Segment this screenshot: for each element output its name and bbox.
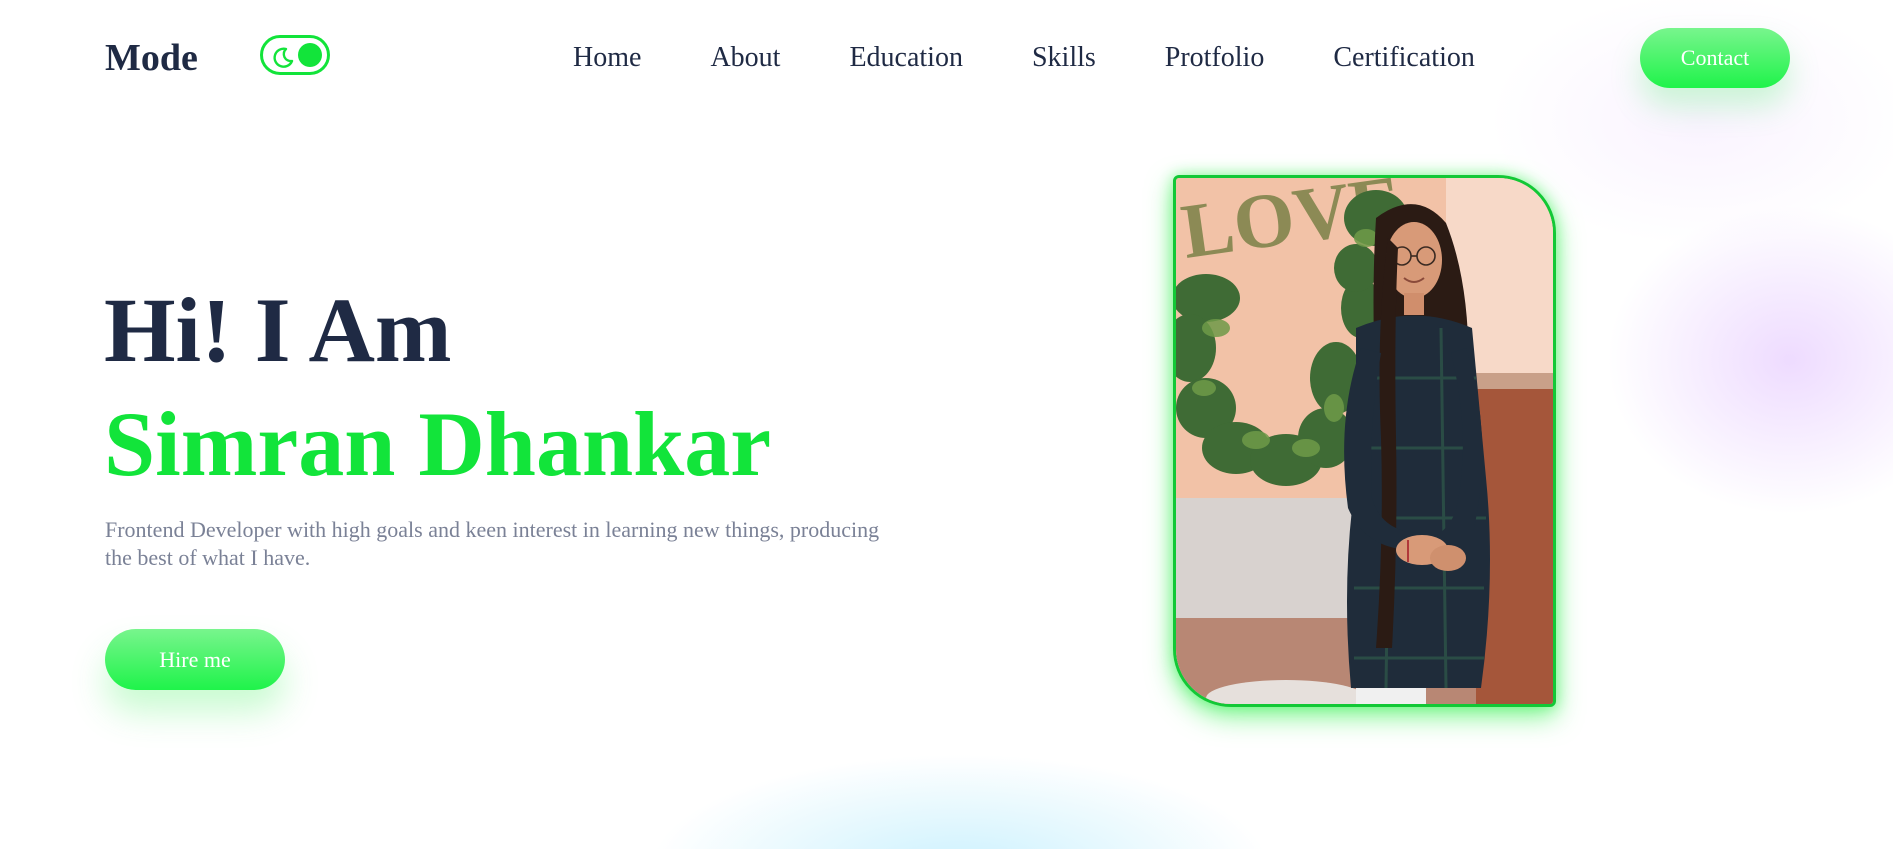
hire-me-button[interactable]: Hire me <box>105 629 285 690</box>
nav-skills-link[interactable]: Skills <box>1032 38 1096 78</box>
nav-education-link[interactable]: Education <box>849 38 963 78</box>
hero-name: Simran Dhankar <box>104 393 772 495</box>
brand-mode-label: Mode <box>105 37 198 79</box>
contact-button[interactable]: Contact <box>1640 28 1790 88</box>
main-nav: Home About Education Skills Protfolio Ce… <box>573 38 1475 78</box>
dark-mode-toggle[interactable] <box>260 35 330 75</box>
moon-icon <box>273 47 294 68</box>
nav-home-link[interactable]: Home <box>573 38 641 78</box>
portfolio-page: Mode Home About Education Skills Protfol… <box>0 0 1893 849</box>
nav-certification-link[interactable]: Certification <box>1333 38 1475 78</box>
nav-about-link[interactable]: About <box>710 38 780 78</box>
hero-greeting: Hi! I Am <box>104 279 452 381</box>
hero-tagline: Frontend Developer with high goals and k… <box>105 517 880 570</box>
nav-portfolio-link[interactable]: Protfolio <box>1165 38 1265 78</box>
profile-photo-frame: LOVE <box>1173 175 1556 707</box>
profile-photo: LOVE <box>1176 178 1553 704</box>
toggle-knob <box>298 43 322 67</box>
